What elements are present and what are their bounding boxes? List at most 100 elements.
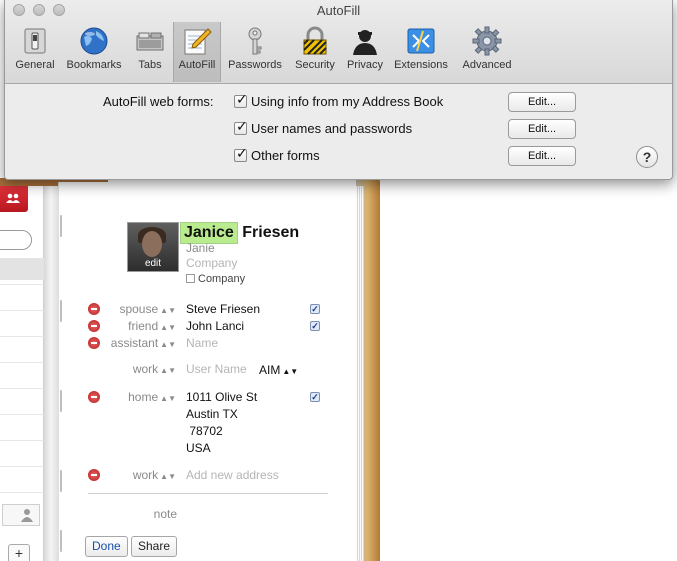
- key-icon: [248, 27, 262, 55]
- window-title: AutoFill: [316, 3, 361, 18]
- preferences-window: AutoFill General Bookmarks Tabs AutoFill…: [4, 0, 673, 180]
- share-button[interactable]: Share: [131, 536, 178, 557]
- address-city-state[interactable]: Austin TX: [186, 407, 238, 421]
- field-label: home: [128, 390, 159, 404]
- company-checkbox-label: Company: [198, 273, 246, 285]
- tab-bookmarks[interactable]: Bookmarks: [61, 22, 127, 82]
- tab-general[interactable]: General: [11, 22, 59, 82]
- silhouette-icon: [353, 30, 377, 55]
- field-label: work: [132, 468, 159, 482]
- card-divider: [88, 493, 328, 494]
- edit-passwords-button[interactable]: Edit...: [508, 119, 576, 139]
- checkbox-checked[interactable]: [234, 92, 248, 108]
- search-field[interactable]: [0, 230, 32, 250]
- groups-icon: [6, 193, 20, 203]
- list-divider: [0, 440, 44, 441]
- list-divider: [0, 336, 44, 337]
- checkbox-label: Using info from my Address Book: [251, 94, 444, 109]
- address-country[interactable]: USA: [186, 441, 211, 455]
- tab-extensions[interactable]: Extensions: [391, 22, 451, 82]
- list-divider: [0, 414, 44, 415]
- list-divider: [0, 284, 44, 285]
- field-label-popup[interactable]: friend ▲▼: [76, 319, 176, 333]
- tab-security[interactable]: Security: [290, 22, 340, 82]
- company-checkbox-box[interactable]: [186, 274, 195, 283]
- edit-other-forms-button[interactable]: Edit...: [508, 146, 576, 166]
- edit-address-book-button[interactable]: Edit...: [508, 92, 576, 112]
- tab-label: Security: [295, 59, 335, 71]
- group-list-page: +: [0, 186, 44, 561]
- updown-arrows-icon: ▲▼: [160, 366, 176, 375]
- tab-label: Extensions: [394, 59, 448, 71]
- autofill-web-forms-label: AutoFill web forms:: [103, 94, 214, 109]
- checkbox-checked[interactable]: [234, 146, 248, 162]
- pencil-notepad-icon: [184, 28, 212, 55]
- padlock-icon: [303, 26, 327, 55]
- autofill-checkbox[interactable]: ✓: [310, 392, 320, 402]
- binding-stitch: [60, 470, 62, 492]
- tab-label: Passwords: [228, 59, 282, 71]
- field-label: assistant: [110, 336, 159, 350]
- updown-arrows-icon: ▲▼: [160, 472, 176, 481]
- note-label: note: [153, 507, 177, 521]
- assistant-value[interactable]: Name: [186, 336, 218, 350]
- friend-value[interactable]: John Lanci: [186, 319, 244, 333]
- window-titlebar: AutoFill General Bookmarks Tabs AutoFill…: [5, 0, 672, 84]
- autofill-checkbox[interactable]: ✓: [310, 304, 320, 314]
- last-name-field[interactable]: Friesen: [242, 224, 299, 241]
- tab-label: Bookmarks: [66, 59, 122, 71]
- other-forms-checkbox[interactable]: Other forms: [234, 146, 320, 163]
- updown-arrows-icon: ▲▼: [160, 323, 176, 332]
- help-button[interactable]: ?: [636, 146, 658, 168]
- new-address-field[interactable]: Add new address: [186, 468, 279, 482]
- field-label: spouse: [119, 302, 159, 316]
- field-label-popup[interactable]: work ▲▼: [76, 362, 176, 376]
- tab-advanced[interactable]: Advanced: [458, 22, 516, 82]
- field-label-popup[interactable]: spouse ▲▼: [76, 302, 176, 316]
- list-divider: [0, 492, 44, 493]
- im-username-field[interactable]: User Name: [186, 362, 247, 376]
- person-icon: [21, 509, 33, 522]
- company-checkbox[interactable]: Company: [186, 273, 245, 285]
- binding-stitch: [60, 390, 62, 412]
- puzzle-icon: [407, 28, 435, 54]
- field-label-popup[interactable]: work ▲▼: [76, 468, 176, 482]
- tab-autofill[interactable]: AutoFill: [173, 22, 221, 82]
- address-zip[interactable]: 78702: [186, 424, 222, 438]
- selected-contact-row[interactable]: [0, 258, 44, 280]
- im-service-popup[interactable]: AIM ▲▼: [259, 363, 298, 377]
- page-gutter: [44, 186, 58, 561]
- im-service-label: AIM: [259, 363, 281, 377]
- groups-tab[interactable]: [0, 186, 28, 212]
- company-field[interactable]: Company: [186, 256, 237, 270]
- switch-icon: [24, 28, 46, 54]
- field-label-popup[interactable]: home ▲▼: [76, 390, 176, 404]
- address-street[interactable]: 1011 Olive St: [186, 390, 257, 404]
- binding-stitch: [60, 300, 62, 322]
- autofill-checkbox[interactable]: ✓: [310, 321, 320, 331]
- spouse-value[interactable]: Steve Friesen: [186, 302, 260, 316]
- checkbox-label: User names and passwords: [251, 121, 413, 136]
- list-divider: [0, 388, 44, 389]
- nickname-field[interactable]: Janie: [186, 241, 215, 255]
- checkbox-checked[interactable]: [234, 119, 248, 135]
- photo-edit-label[interactable]: edit: [128, 258, 178, 269]
- tab-privacy[interactable]: Privacy: [342, 22, 388, 82]
- add-contact-button[interactable]: +: [8, 544, 30, 561]
- address-book-checkbox[interactable]: Using info from my Address Book: [234, 92, 444, 109]
- usernames-passwords-checkbox[interactable]: User names and passwords: [234, 119, 413, 136]
- field-label-popup[interactable]: assistant ▲▼: [76, 336, 176, 350]
- person-card-button[interactable]: [2, 504, 40, 526]
- list-divider: [0, 362, 44, 363]
- done-button[interactable]: Done: [85, 536, 128, 557]
- contact-photo[interactable]: edit: [127, 222, 179, 272]
- list-divider: [0, 466, 44, 467]
- tab-tabs[interactable]: Tabs: [129, 22, 171, 82]
- photo-face: [142, 231, 162, 257]
- binding-stitch: [60, 215, 62, 237]
- tab-label: Tabs: [138, 59, 162, 71]
- updown-arrows-icon: ▲▼: [160, 394, 176, 403]
- field-label: work: [132, 362, 159, 376]
- tab-passwords[interactable]: Passwords: [226, 22, 284, 82]
- updown-arrows-icon: ▲▼: [160, 340, 176, 349]
